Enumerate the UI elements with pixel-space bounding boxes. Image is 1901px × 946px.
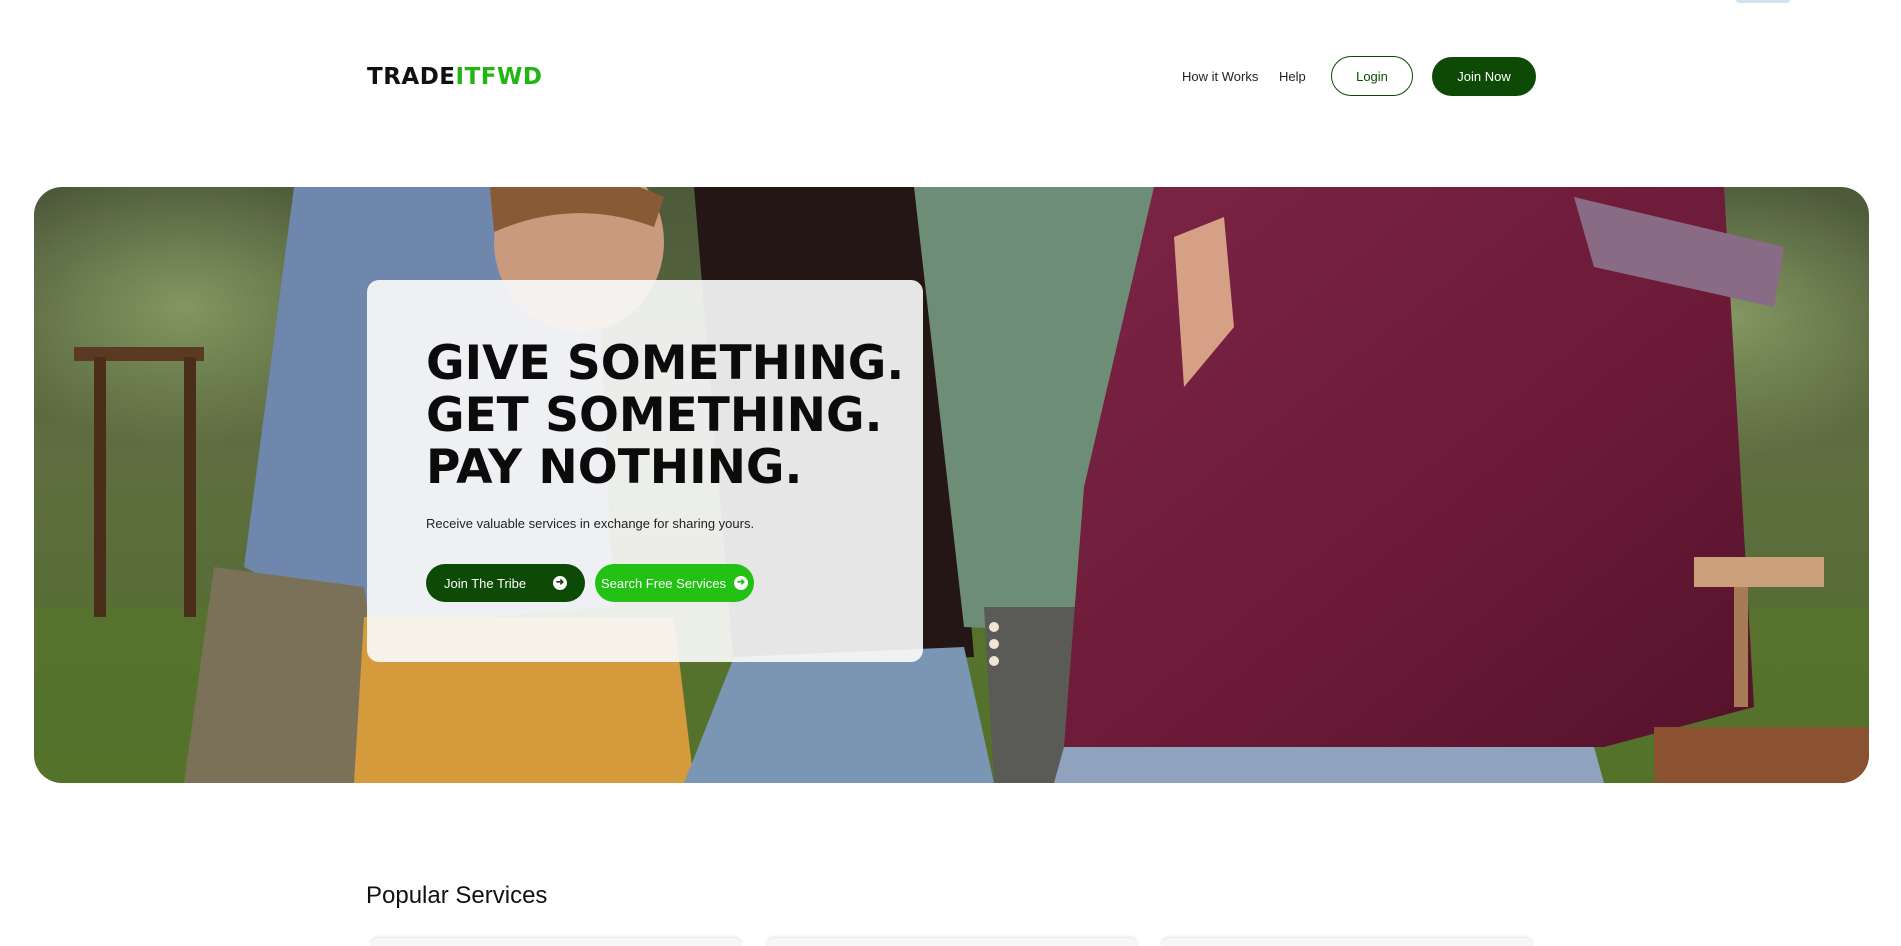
nav-help[interactable]: Help — [1279, 69, 1306, 84]
search-free-services-label: Search Free Services — [601, 575, 726, 591]
hero-background-photo — [34, 187, 1869, 783]
search-free-services-button[interactable]: Search Free Services ➜ — [595, 564, 754, 602]
hero-title-line-2: GET SOMETHING. — [426, 388, 883, 443]
hero-title: GIVE SOMETHING. GET SOMETHING. PAY NOTHI… — [426, 338, 916, 494]
top-edge-decoration — [1736, 0, 1790, 3]
login-button[interactable]: Login — [1331, 56, 1413, 96]
arrow-right-circle-icon: ➜ — [734, 576, 748, 590]
service-card[interactable] — [1161, 938, 1533, 946]
service-card[interactable] — [370, 938, 742, 946]
nav-how-it-works[interactable]: How it Works — [1182, 69, 1258, 84]
service-card[interactable] — [766, 938, 1138, 946]
hero-subtitle: Receive valuable services in exchange fo… — [426, 516, 755, 531]
join-the-tribe-button[interactable]: Join The Tribe ➜ — [426, 564, 585, 602]
hero-banner: GIVE SOMETHING. GET SOMETHING. PAY NOTHI… — [34, 187, 1869, 783]
logo[interactable]: TRADEITFWD — [367, 63, 542, 91]
hero-card: GIVE SOMETHING. GET SOMETHING. PAY NOTHI… — [367, 280, 923, 662]
popular-services-heading: Popular Services — [366, 882, 548, 909]
hero-title-line-3: PAY NOTHING. — [426, 440, 803, 495]
join-the-tribe-label: Join The Tribe — [444, 575, 527, 591]
logo-part-itfwd: ITFWD — [455, 64, 543, 90]
logo-part-trade: TRADE — [367, 64, 456, 90]
join-now-button[interactable]: Join Now — [1432, 57, 1536, 96]
arrow-right-circle-icon: ➜ — [553, 576, 567, 590]
hero-title-line-1: GIVE SOMETHING. — [426, 336, 905, 391]
